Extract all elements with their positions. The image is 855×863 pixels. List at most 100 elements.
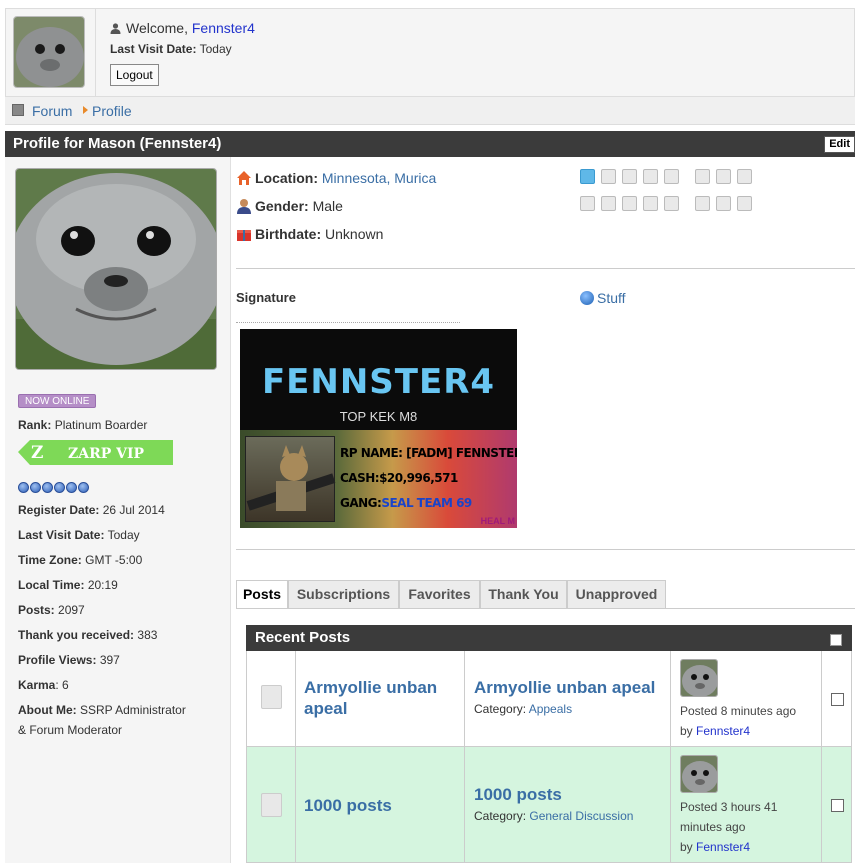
website-row: Stuff [580,290,626,306]
svg-text:Z: Z [31,443,43,463]
myspace-icon[interactable] [622,169,637,184]
post-meta: Posted 3 hours 41 minutes ago by Fennste… [680,800,778,854]
digg-icon[interactable] [716,169,731,184]
recent-posts: Recent Posts Armyollie unban apeal Armyo… [246,625,852,863]
post-title-link[interactable]: Armyollie unban apeal [304,677,464,719]
user-avatar-small[interactable] [13,16,85,88]
location-link[interactable]: Minnesota, Murica [322,170,436,186]
skype-icon[interactable] [664,169,679,184]
post-status-icon [261,793,282,817]
gift-icon [237,230,251,241]
twitter-icon[interactable] [580,169,595,184]
welcome-username-link[interactable]: Fennster4 [192,20,255,36]
divider [236,268,855,269]
post-status-icon [261,685,282,709]
email-icon[interactable] [580,196,595,211]
header-last-visit: Last Visit Date: Today [110,42,232,56]
house-icon [237,171,251,185]
breadcrumb-forum[interactable]: Forum [32,103,72,119]
signature-title: FENNSTER4 [261,362,496,402]
user-header: Welcome, Fennster4 Last Visit Date: Toda… [5,8,855,97]
breadcrumb: Forum Profile [5,97,855,125]
tab-posts[interactable]: Posts [236,580,288,609]
page-title: Profile for Mason (Fennster4) [13,135,222,152]
signature-cash: CASH:$20,996,571 [340,471,458,485]
author-avatar[interactable] [680,659,718,697]
breadcrumb-profile[interactable]: Profile [92,103,132,119]
author-link[interactable]: Fennster4 [696,840,750,854]
cat-with-gun-image [245,436,336,522]
post-category: Category: General Discussion [474,809,634,823]
rank-info: Rank: Platinum Boarder [18,418,148,432]
close-icon[interactable] [737,169,752,184]
website-link[interactable]: Stuff [597,290,626,306]
info-profile-views: Profile Views: 397 [18,653,120,667]
info-time-zone: Time Zone: GMT -5:00 [18,553,143,567]
select-all-checkbox[interactable] [830,634,842,646]
signature-gang: GANG:SEAL TEAM 69 [340,496,472,510]
breadcrumb-arrow-icon [83,106,88,114]
globe-icon [580,291,594,305]
category-link[interactable]: Appeals [529,702,572,716]
row-checkbox[interactable] [831,799,844,812]
menu-square-icon[interactable] [12,104,24,116]
category-link[interactable]: General Discussion [529,809,633,823]
post-meta: Posted 8 minutes ago by Fennster4 [680,704,797,738]
info-about-me: About Me: SSRP Administrator [18,703,186,717]
profile-avatar [15,168,217,370]
svg-text:ZARP VIP: ZARP VIP [68,446,145,462]
user-icon [110,23,121,34]
tab-subscriptions[interactable]: Subscriptions [288,580,399,609]
aim-icon[interactable] [601,196,616,211]
dotted-divider [236,322,460,323]
edit-profile-button[interactable]: Edit [824,136,855,153]
delicious-icon[interactable] [695,169,710,184]
person-icon [237,199,251,214]
topic-title-link[interactable]: 1000 posts [474,785,562,805]
facebook-icon[interactable] [601,169,616,184]
signature-rp-name: RP NAME: [FADM] FENNSTER4 [340,446,517,460]
signature-image: FENNSTER4 TOP KEK M8 RP NAME: [FADM] FEN… [240,329,517,528]
author-link[interactable]: Fennster4 [696,724,750,738]
post-title-link[interactable]: 1000 posts [304,795,392,816]
info-register-date: Register Date: 26 Jul 2014 [18,503,165,517]
bebo-icon[interactable] [737,196,752,211]
row-checkbox[interactable] [831,693,844,706]
welcome-text: Welcome, Fennster4 [110,20,255,36]
recent-posts-title: Recent Posts [255,629,351,646]
signature-label: Signature [236,290,296,305]
info-local-time: Local Time: 20:19 [18,578,118,592]
topic-title-link[interactable]: Armyollie unban apeal [474,678,655,698]
profile-title-bar: Profile for Mason (Fennster4) Edit [5,131,855,157]
social-icons [580,168,760,218]
post-category: Category: Appeals [474,702,573,716]
tab-favorites[interactable]: Favorites [399,580,480,609]
profile-sidebar: NOW ONLINE Rank: Platinum Boarder Z ZARP… [5,157,231,863]
info-last-visit: Last Visit Date: Today [18,528,140,542]
blogger-icon[interactable] [695,196,710,211]
table-row: 1000 posts 1000 posts Category: General … [246,747,852,863]
linkedin-icon[interactable] [643,169,658,184]
author-avatar[interactable] [680,755,718,793]
rank-stars [18,481,90,496]
online-status-badge: NOW ONLINE [18,394,97,408]
signature-subtitle: TOP KEK M8 [339,409,418,424]
yahoo-icon[interactable] [664,196,679,211]
icq-icon[interactable] [643,196,658,211]
tab-unapproved[interactable]: Unapproved [567,580,666,609]
vip-rank-banner: Z ZARP VIP [18,440,173,465]
location-row: Location: Minnesota, Murica [236,170,436,186]
gender-row: Gender: Male [236,198,343,214]
flickr-icon[interactable] [716,196,731,211]
msn-icon[interactable] [622,196,637,211]
signature-corner-text: HEAL M [480,516,515,526]
tab-underline [236,608,855,609]
table-row: Armyollie unban apeal Armyollie unban ap… [246,651,852,747]
info-posts: Posts: 2097 [18,603,85,617]
logout-button[interactable]: Logout [110,64,159,86]
info-thank-you: Thank you received: 383 [18,628,158,642]
birthdate-row: Birthdate: Unknown [236,226,383,242]
info-karma: Karma: 6 [18,678,69,692]
tab-thank-you[interactable]: Thank You [480,580,567,609]
divider [236,549,855,550]
